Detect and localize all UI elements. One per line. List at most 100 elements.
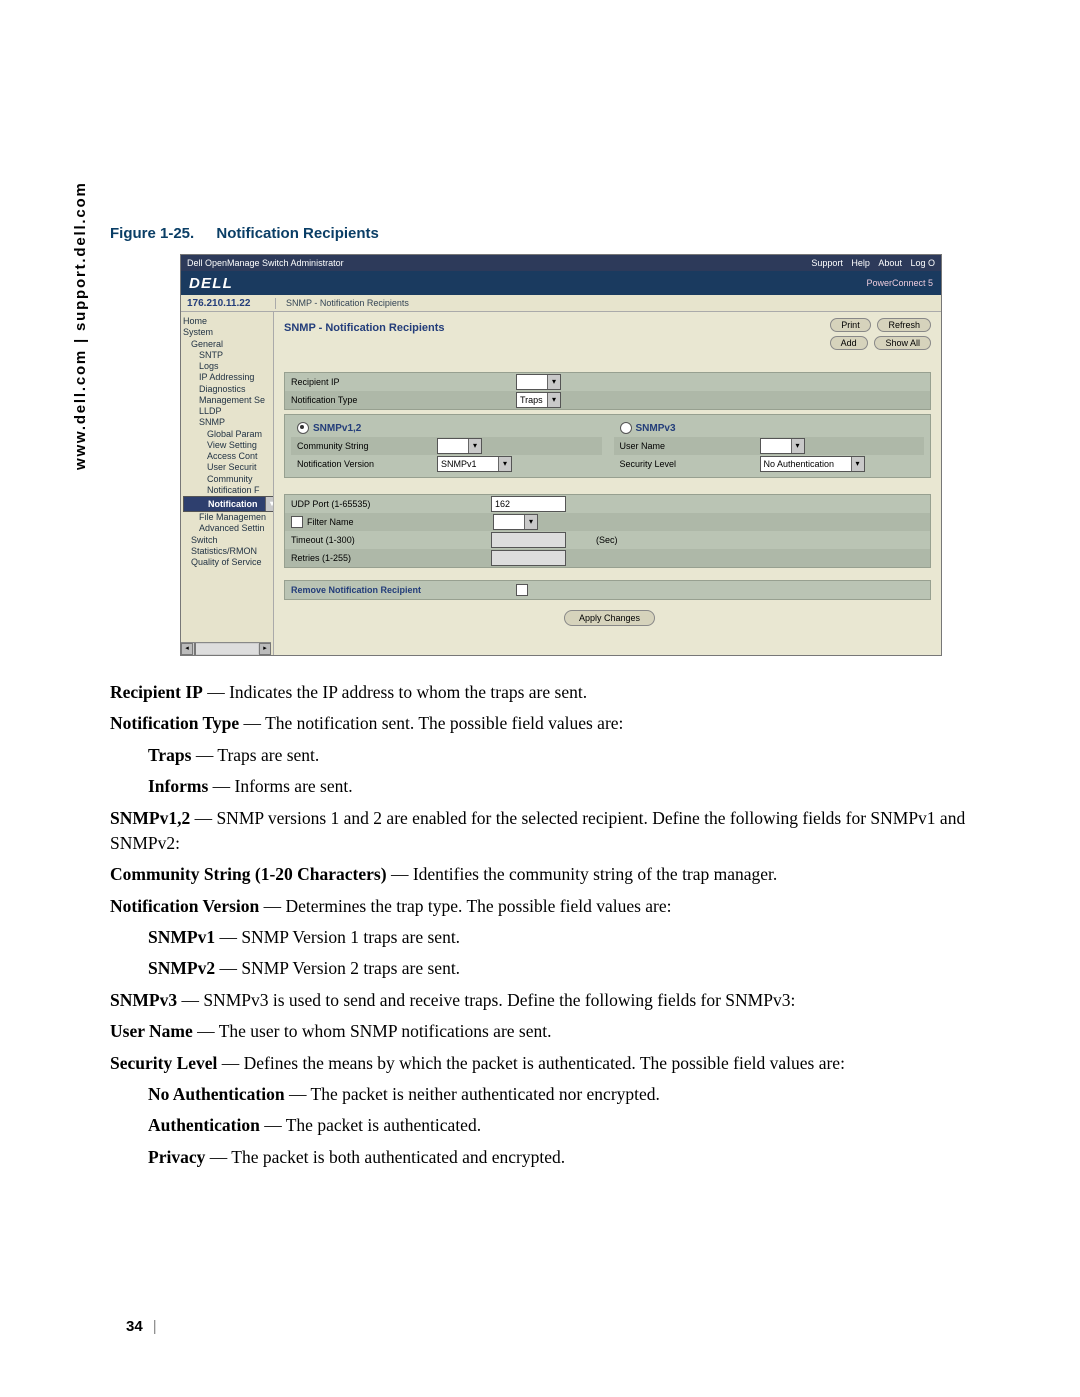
tree-item[interactable]: Community bbox=[183, 474, 271, 485]
timeout-input[interactable] bbox=[491, 532, 566, 548]
tree-item[interactable]: IP Addressing bbox=[183, 372, 271, 383]
tree-item[interactable]: Advanced Settin bbox=[183, 523, 271, 534]
version-panel: SNMPv1,2 Community String Notification V… bbox=[284, 414, 931, 478]
page-number: 34| bbox=[126, 1318, 157, 1335]
ip-address: 176.210.11.22 bbox=[181, 298, 276, 309]
tree-scrollbar[interactable]: ◂ ▸ bbox=[181, 642, 271, 655]
notif-type-select[interactable]: Traps bbox=[516, 392, 561, 408]
label-udp-port: UDP Port (1-65535) bbox=[291, 499, 431, 509]
tree-item[interactable]: View Setting bbox=[183, 440, 271, 451]
label-community-string: Community String bbox=[297, 441, 437, 451]
radio-snmpv12[interactable] bbox=[297, 422, 309, 434]
tree-item[interactable]: LLDP bbox=[183, 406, 271, 417]
tree-item[interactable]: Global Param bbox=[183, 429, 271, 440]
label-notif-version: Notification Version bbox=[297, 459, 437, 469]
dell-logo: DELL bbox=[189, 275, 233, 292]
label-timeout: Timeout (1-300) bbox=[291, 535, 431, 545]
tree-item[interactable]: Management Se bbox=[183, 395, 271, 406]
def-snmpv1: SNMPv1 bbox=[148, 927, 215, 947]
breadcrumb: SNMP - Notification Recipients bbox=[276, 298, 409, 308]
brand-row: DELL PowerConnect 5 bbox=[181, 271, 941, 295]
scroll-right-icon[interactable]: ▸ bbox=[259, 643, 271, 655]
label-sec: (Sec) bbox=[596, 535, 618, 545]
tree-item[interactable]: Notification bbox=[183, 496, 274, 512]
app-title: Dell OpenManage Switch Administrator bbox=[187, 258, 344, 268]
link-help[interactable]: Help bbox=[851, 258, 870, 268]
udp-port-input[interactable]: 162 bbox=[491, 496, 566, 512]
def-no-auth: No Authentication bbox=[148, 1084, 285, 1104]
tree-item[interactable]: Diagnostics bbox=[183, 384, 271, 395]
label-notif-type: Notification Type bbox=[291, 395, 431, 405]
def-notif-version: Notification Version bbox=[110, 896, 259, 916]
showall-button[interactable]: Show All bbox=[874, 336, 931, 350]
tree-item[interactable]: System bbox=[183, 327, 271, 338]
side-url: www.dell.com | support.dell.com bbox=[72, 181, 89, 470]
recipient-panel: Recipient IP Notification Type Traps bbox=[284, 372, 931, 410]
def-community-string: Community String (1-20 Characters) bbox=[110, 864, 387, 884]
def-auth: Authentication bbox=[148, 1115, 260, 1135]
screenshot: Dell OpenManage Switch Administrator Sup… bbox=[180, 254, 942, 656]
document-body: Recipient IP — Indicates the IP address … bbox=[110, 680, 1010, 1170]
tree-item[interactable]: General bbox=[183, 339, 271, 350]
label-security-level: Security Level bbox=[620, 459, 760, 469]
tree-item[interactable]: Notification F bbox=[183, 485, 271, 496]
security-level-select[interactable]: No Authentication bbox=[760, 456, 865, 472]
link-about[interactable]: About bbox=[878, 258, 902, 268]
notif-version-select[interactable]: SNMPv1 bbox=[437, 456, 512, 472]
apply-button[interactable]: Apply Changes bbox=[564, 610, 655, 626]
def-snmpv3: SNMPv3 bbox=[110, 990, 177, 1010]
def-privacy: Privacy bbox=[148, 1147, 205, 1167]
tree-item[interactable]: File Managemen bbox=[183, 512, 271, 523]
remove-panel: Remove Notification Recipient bbox=[284, 580, 931, 600]
main-panel: Print Refresh Add Show All SNMP - Notifi… bbox=[274, 312, 941, 656]
header-links: Support Help About Log O bbox=[805, 258, 935, 268]
tree-item[interactable]: Logs bbox=[183, 361, 271, 372]
ip-row: 176.210.11.22 SNMP - Notification Recipi… bbox=[181, 295, 941, 312]
tree-item[interactable]: SNTP bbox=[183, 350, 271, 361]
tree-item[interactable]: Switch bbox=[183, 535, 271, 546]
def-snmpv12: SNMPv1,2 bbox=[110, 808, 190, 828]
label-snmpv12: SNMPv1,2 bbox=[313, 423, 361, 434]
def-informs: Informs bbox=[148, 776, 208, 796]
community-string-select[interactable] bbox=[437, 438, 482, 454]
tree-item[interactable]: User Securit bbox=[183, 462, 271, 473]
figure-caption: Figure 1-25. Notification Recipients bbox=[110, 225, 1020, 242]
add-button[interactable]: Add bbox=[830, 336, 868, 350]
tree-item[interactable]: Home bbox=[183, 316, 271, 327]
user-name-select[interactable] bbox=[760, 438, 805, 454]
retries-input[interactable] bbox=[491, 550, 566, 566]
refresh-button[interactable]: Refresh bbox=[877, 318, 931, 332]
udp-panel: UDP Port (1-65535) 162 Filter Name Timeou… bbox=[284, 494, 931, 568]
label-recipient-ip: Recipient IP bbox=[291, 377, 431, 387]
tree-item[interactable]: Access Cont bbox=[183, 451, 271, 462]
label-user-name: User Name bbox=[620, 441, 760, 451]
remove-checkbox[interactable] bbox=[516, 584, 528, 596]
link-logout[interactable]: Log O bbox=[910, 258, 935, 268]
window-titlebar: Dell OpenManage Switch Administrator Sup… bbox=[181, 255, 941, 271]
def-recipient-ip: Recipient IP bbox=[110, 682, 203, 702]
label-filter-name: Filter Name bbox=[307, 517, 437, 527]
figure-title: Notification Recipients bbox=[216, 225, 379, 242]
label-snmpv3: SNMPv3 bbox=[636, 423, 676, 434]
label-retries: Retries (1-255) bbox=[291, 553, 431, 563]
scroll-left-icon[interactable]: ◂ bbox=[181, 643, 193, 655]
filter-checkbox[interactable] bbox=[291, 516, 303, 528]
print-button[interactable]: Print bbox=[830, 318, 871, 332]
action-buttons: Print Refresh Add Show All bbox=[826, 318, 931, 350]
tree-item[interactable]: SNMP bbox=[183, 417, 271, 428]
recipient-ip-select[interactable] bbox=[516, 374, 561, 390]
def-snmpv2: SNMPv2 bbox=[148, 958, 215, 978]
tree-item[interactable]: Quality of Service bbox=[183, 557, 271, 568]
def-traps: Traps bbox=[148, 745, 191, 765]
def-security-level: Security Level bbox=[110, 1053, 217, 1073]
link-support[interactable]: Support bbox=[811, 258, 843, 268]
nav-tree[interactable]: HomeSystemGeneralSNTPLogsIP AddressingDi… bbox=[181, 312, 274, 656]
def-notif-type: Notification Type bbox=[110, 713, 239, 733]
def-user-name: User Name bbox=[110, 1021, 193, 1041]
product-name: PowerConnect 5 bbox=[866, 278, 933, 288]
radio-snmpv3[interactable] bbox=[620, 422, 632, 434]
tree-item[interactable]: Statistics/RMON bbox=[183, 546, 271, 557]
figure-number: Figure 1-25. bbox=[110, 225, 194, 242]
filter-name-select[interactable] bbox=[493, 514, 538, 530]
label-remove: Remove Notification Recipient bbox=[291, 585, 501, 595]
